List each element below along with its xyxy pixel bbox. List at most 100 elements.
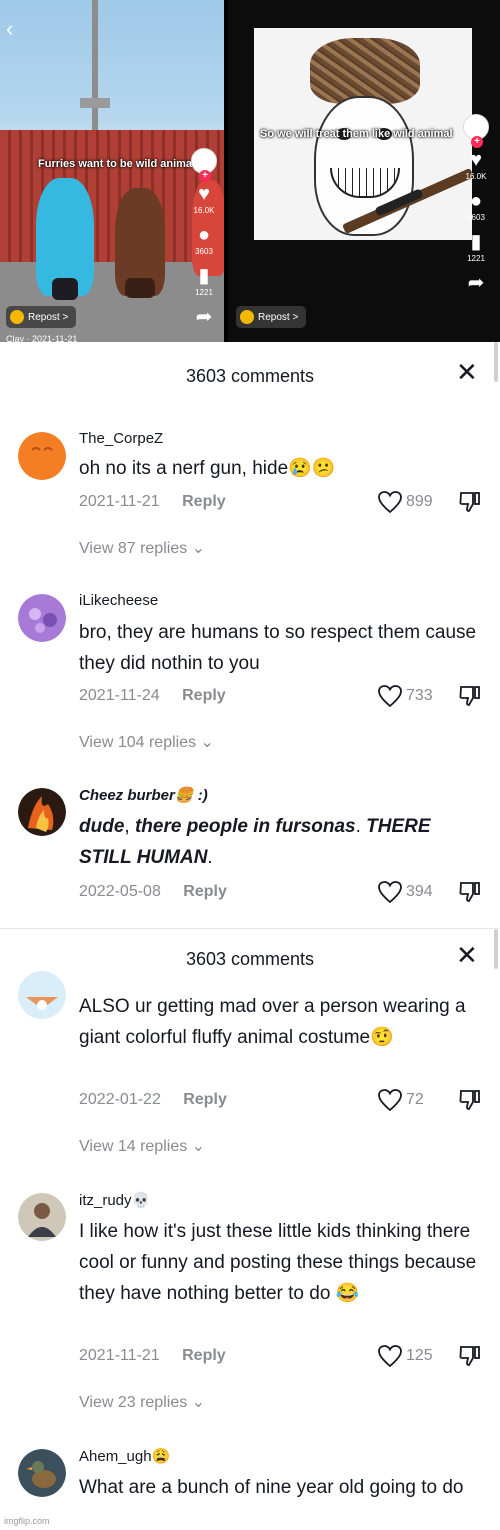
comment-item: itz_rudy💀 I like how it's just these lit… [0,1177,500,1437]
grin [330,168,400,198]
comment-meta: 2021-11-21 Reply [79,1347,226,1365]
light-pole [92,0,98,140]
creator-avatar[interactable] [191,148,217,182]
comment-item: Ahem_ugh😩 What are a bunch of nine year … [0,1437,500,1530]
comment-meta: 2022-01-22 Reply [79,1091,227,1109]
view-replies-button[interactable]: View 23 replies ⌄ [79,1392,205,1412]
comment-text-part: , [124,816,135,837]
comment-icon[interactable]: ● [456,191,496,211]
pumpkin-avatar-icon [18,432,66,480]
comment-username[interactable]: The_CorpeZ [79,430,163,447]
scrollbar[interactable] [494,929,498,969]
reply-button[interactable]: Reply [183,883,227,900]
comment-text: bro, they are humans to so respect them … [79,622,477,674]
comments-panel-2: 3603 comments ✕ ALSO ur getting mad over… [0,928,500,1530]
avatar[interactable] [18,788,66,836]
comments-title: 3603 comments [185,949,315,969]
reply-button[interactable]: Reply [182,493,226,510]
like-count: 394 [406,883,433,900]
view-replies-button[interactable]: View 104 replies ⌄ [79,732,214,752]
like-count: 16.0K [193,206,215,215]
like-button[interactable]: 394 [377,880,433,904]
video-strip: ‹ Furries want to be wild animals ♥ 16.0… [0,0,500,342]
scrollbar[interactable] [494,342,498,382]
video-right[interactable]: So we will treat them like wild animal ♥… [228,0,500,342]
fur-hat [310,38,420,104]
dislike-icon[interactable] [458,684,482,708]
reply-button[interactable]: Reply [182,1347,226,1364]
comment-text: ALSO ur getting mad over a person wearin… [79,996,466,1048]
like-button[interactable]: 733 [377,684,433,708]
comment-date: 2021-11-21 [79,493,160,510]
heart-outline-icon [378,1345,402,1368]
comment-meta: 2022-05-08 Reply [79,883,227,901]
like-button[interactable]: 125 [377,1344,433,1368]
view-replies-button[interactable]: View 87 replies ⌄ [79,538,205,558]
reply-button[interactable]: Reply [183,1091,227,1108]
comment-item: iLikecheese bro, they are humans to so r… [0,578,500,778]
back-chevron-icon[interactable]: ‹ [6,16,13,42]
dislike-icon[interactable] [458,880,482,904]
fursuit-blue [36,178,94,300]
comment-text: I like how it's just these little kids t… [79,1221,477,1304]
avatar[interactable] [18,1193,66,1241]
comment-text-part: there people in fursonas [134,816,356,837]
like-button[interactable]: 72 [377,1088,424,1112]
comment-text-part: . [207,847,213,868]
close-icon[interactable]: ✕ [456,359,478,385]
left-video-rail: ♥ 16.0K ● 3603 ▮ 1221 ➦ [184,148,224,327]
comment-text-part: dude [79,816,125,837]
heart-icon[interactable]: ♥ [456,150,496,170]
comment-date: 2021-11-24 [79,687,160,704]
comment-text: dude, there people in fursonas. THERE ST… [79,811,484,873]
repost-icon [240,310,254,324]
avatar[interactable] [18,594,66,642]
repost-label: Repost > [28,311,69,323]
close-icon[interactable]: ✕ [456,942,478,968]
fox-avatar-icon [18,971,66,1019]
video-caption: So we will treat them like wild animal [260,128,453,140]
purple-character-avatar-icon [18,594,66,642]
comments-title: 3603 comments [185,366,315,386]
reply-button[interactable]: Reply [182,687,226,704]
view-replies-button[interactable]: View 14 replies ⌄ [79,1136,205,1156]
avatar[interactable] [18,971,66,1019]
comment-icon[interactable]: ● [184,225,224,245]
heart-outline-icon [378,491,402,514]
bookmark-icon[interactable]: ▮ [456,232,496,252]
avatar[interactable] [18,432,66,480]
comment-date: 2022-01-22 [79,1091,161,1108]
comment-count: 3603 [195,247,213,256]
heart-outline-icon [378,1089,402,1112]
comment-username[interactable]: Ahem_ugh😩 [79,1447,170,1465]
share-icon[interactable]: ➦ [184,307,224,327]
comment-item: The_CorpeZ oh no its a nerf gun, hide😢😕 … [0,408,500,578]
like-count: 899 [406,493,433,510]
avatar[interactable] [18,1449,66,1497]
dislike-icon[interactable] [458,490,482,514]
comment-username[interactable]: iLikecheese [79,592,158,609]
dislike-icon[interactable] [458,1088,482,1112]
comments-panel-1: 3603 comments ✕ The_CorpeZ oh no its a n… [0,342,500,928]
comment-date: 2021-11-21 [79,1347,160,1364]
comment-meta: 2021-11-24 Reply [79,687,226,705]
right-video-rail: ♥ 16.0K ● 3603 ▮ 1221 ➦ [456,114,496,293]
like-button[interactable]: 899 [377,490,433,514]
author-tag: Clay · 2021-11-21 [6,334,78,342]
comment-username[interactable]: itz_rudy💀 [79,1191,150,1209]
bookmark-icon[interactable]: ▮ [184,266,224,286]
watermark: imgflip.com [4,1516,50,1526]
repost-button[interactable]: Repost > [6,306,77,328]
comment-item: Cheez burber🍔 :) dude, there people in f… [0,778,500,928]
heart-icon[interactable]: ♥ [184,184,224,204]
creator-avatar[interactable] [463,114,489,148]
video-left[interactable]: ‹ Furries want to be wild animals ♥ 16.0… [0,0,224,342]
dislike-icon[interactable] [458,1344,482,1368]
repost-button[interactable]: Repost > [236,306,307,328]
bookmark-count: 1221 [195,288,213,297]
share-icon[interactable]: ➦ [456,273,496,293]
person-photo-avatar-icon [18,1193,66,1241]
comment-username[interactable]: Cheez burber🍔 :) [79,786,208,804]
like-count: 72 [406,1091,424,1108]
comment-item: ALSO ur getting mad over a person wearin… [0,971,500,1161]
